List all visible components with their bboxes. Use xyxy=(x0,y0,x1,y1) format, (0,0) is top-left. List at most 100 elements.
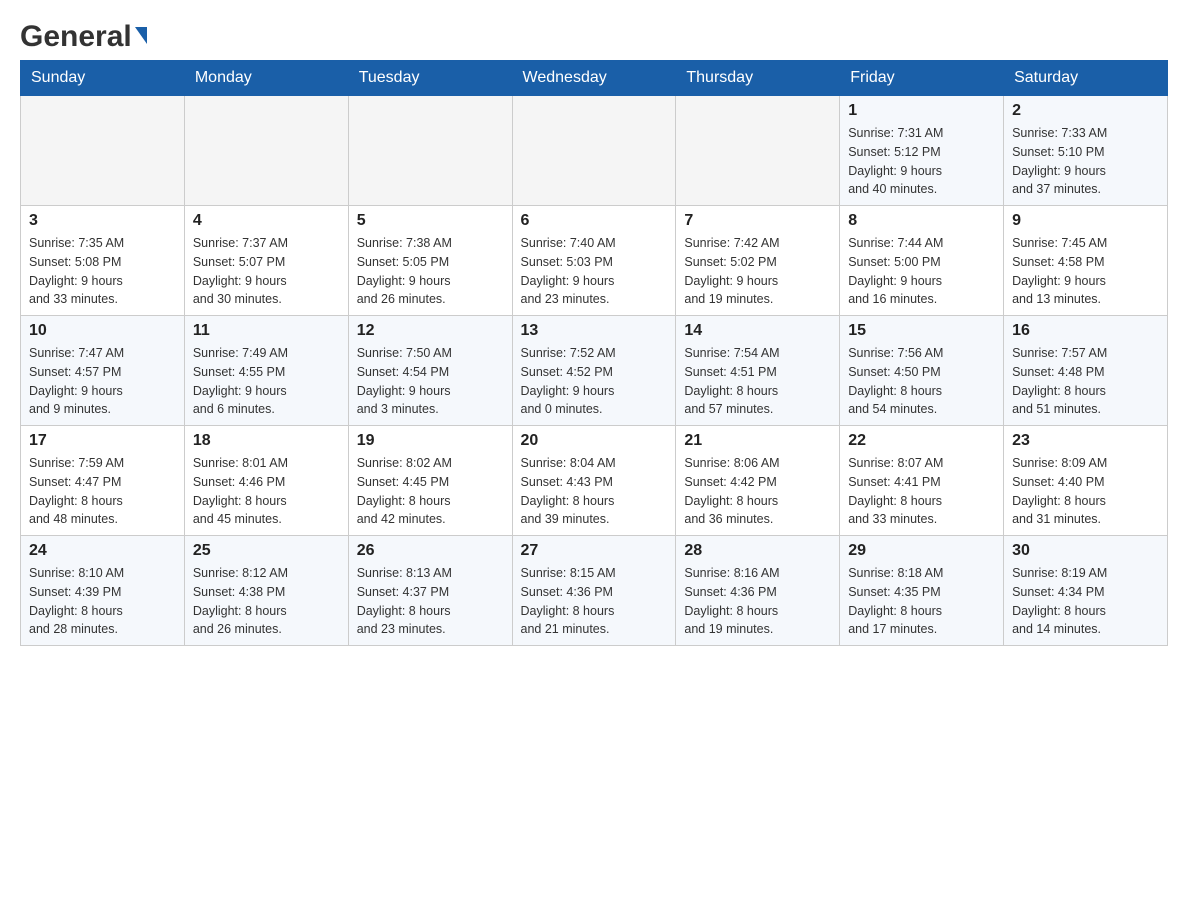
calendar-row: 1 Sunrise: 7:31 AM Sunset: 5:12 PM Daylig… xyxy=(21,96,1168,206)
day-number: 19 xyxy=(357,432,504,450)
calendar-row: 24 Sunrise: 8:10 AM Sunset: 4:39 PM Dayli… xyxy=(21,536,1168,646)
day-info: Sunrise: 7:40 AM Sunset: 5:03 PM Dayligh… xyxy=(521,234,668,309)
day-info: Sunrise: 8:19 AM Sunset: 4:34 PM Dayligh… xyxy=(1012,564,1159,639)
day-info: Sunrise: 7:35 AM Sunset: 5:08 PM Dayligh… xyxy=(29,234,176,309)
day-info: Sunrise: 8:02 AM Sunset: 4:45 PM Dayligh… xyxy=(357,454,504,529)
day-number: 21 xyxy=(684,432,831,450)
day-number: 10 xyxy=(29,322,176,340)
day-info: Sunrise: 7:45 AM Sunset: 4:58 PM Dayligh… xyxy=(1012,234,1159,309)
weekday-header-wednesday: Wednesday xyxy=(512,61,676,96)
day-number: 23 xyxy=(1012,432,1159,450)
calendar-cell xyxy=(184,96,348,206)
calendar-cell: 26Sunrise: 8:13 AM Sunset: 4:37 PM Dayli… xyxy=(348,536,512,646)
day-info: Sunrise: 8:10 AM Sunset: 4:39 PM Dayligh… xyxy=(29,564,176,639)
day-number: 9 xyxy=(1012,212,1159,230)
day-number: 29 xyxy=(848,542,995,560)
day-info: Sunrise: 7:33 AM Sunset: 5:10 PM Dayligh… xyxy=(1012,124,1159,199)
calendar-cell: 4 Sunrise: 7:37 AM Sunset: 5:07 PM Daylig… xyxy=(184,206,348,316)
day-info: Sunrise: 7:52 AM Sunset: 4:52 PM Dayligh… xyxy=(521,344,668,419)
weekday-header-saturday: Saturday xyxy=(1004,61,1168,96)
calendar-cell: 5 Sunrise: 7:38 AM Sunset: 5:05 PM Daylig… xyxy=(348,206,512,316)
day-info: Sunrise: 8:13 AM Sunset: 4:37 PM Dayligh… xyxy=(357,564,504,639)
day-number: 18 xyxy=(193,432,340,450)
day-info: Sunrise: 7:31 AM Sunset: 5:12 PM Dayligh… xyxy=(848,124,995,199)
calendar-cell: 15 Sunrise: 7:56 AM Sunset: 4:50 PM Dayli… xyxy=(840,316,1004,426)
day-info: Sunrise: 7:38 AM Sunset: 5:05 PM Dayligh… xyxy=(357,234,504,309)
day-number: 5 xyxy=(357,212,504,230)
calendar-cell: 13 Sunrise: 7:52 AM Sunset: 4:52 PM Dayli… xyxy=(512,316,676,426)
day-info: Sunrise: 8:06 AM Sunset: 4:42 PM Dayligh… xyxy=(684,454,831,529)
calendar-cell: 12 Sunrise: 7:50 AM Sunset: 4:54 PM Dayli… xyxy=(348,316,512,426)
day-info: Sunrise: 8:18 AM Sunset: 4:35 PM Dayligh… xyxy=(848,564,995,639)
calendar-row: 10 Sunrise: 7:47 AM Sunset: 4:57 PM Dayli… xyxy=(21,316,1168,426)
calendar-cell: 29 Sunrise: 8:18 AM Sunset: 4:35 PM Dayli… xyxy=(840,536,1004,646)
day-info: Sunrise: 7:44 AM Sunset: 5:00 PM Dayligh… xyxy=(848,234,995,309)
day-info: Sunrise: 8:07 AM Sunset: 4:41 PM Dayligh… xyxy=(848,454,995,529)
day-number: 15 xyxy=(848,322,995,340)
calendar-cell: 8 Sunrise: 7:44 AM Sunset: 5:00 PM Daylig… xyxy=(840,206,1004,316)
weekday-header-monday: Monday xyxy=(184,61,348,96)
calendar-row: 17 Sunrise: 7:59 AM Sunset: 4:47 PM Dayli… xyxy=(21,426,1168,536)
logo: General xyxy=(20,20,147,50)
day-info: Sunrise: 7:42 AM Sunset: 5:02 PM Dayligh… xyxy=(684,234,831,309)
day-info: Sunrise: 7:37 AM Sunset: 5:07 PM Dayligh… xyxy=(193,234,340,309)
calendar-cell: 17 Sunrise: 7:59 AM Sunset: 4:47 PM Dayli… xyxy=(21,426,185,536)
calendar-cell: 23 Sunrise: 8:09 AM Sunset: 4:40 PM Dayli… xyxy=(1004,426,1168,536)
day-number: 1 xyxy=(848,102,995,120)
day-number: 20 xyxy=(521,432,668,450)
day-info: Sunrise: 7:50 AM Sunset: 4:54 PM Dayligh… xyxy=(357,344,504,419)
weekday-header-tuesday: Tuesday xyxy=(348,61,512,96)
calendar-cell xyxy=(348,96,512,206)
day-info: Sunrise: 8:12 AM Sunset: 4:38 PM Dayligh… xyxy=(193,564,340,639)
calendar-cell: 24 Sunrise: 8:10 AM Sunset: 4:39 PM Dayli… xyxy=(21,536,185,646)
day-info: Sunrise: 7:56 AM Sunset: 4:50 PM Dayligh… xyxy=(848,344,995,419)
day-number: 11 xyxy=(193,322,340,340)
calendar-cell: 18Sunrise: 8:01 AM Sunset: 4:46 PM Dayli… xyxy=(184,426,348,536)
day-number: 12 xyxy=(357,322,504,340)
calendar-cell: 19 Sunrise: 8:02 AM Sunset: 4:45 PM Dayli… xyxy=(348,426,512,536)
day-number: 2 xyxy=(1012,102,1159,120)
calendar-cell: 9 Sunrise: 7:45 AM Sunset: 4:58 PM Daylig… xyxy=(1004,206,1168,316)
calendar-cell: 25 Sunrise: 8:12 AM Sunset: 4:38 PM Dayli… xyxy=(184,536,348,646)
day-info: Sunrise: 7:59 AM Sunset: 4:47 PM Dayligh… xyxy=(29,454,176,529)
calendar-cell: 10 Sunrise: 7:47 AM Sunset: 4:57 PM Dayli… xyxy=(21,316,185,426)
calendar-cell xyxy=(21,96,185,206)
day-number: 14 xyxy=(684,322,831,340)
calendar-cell: 1 Sunrise: 7:31 AM Sunset: 5:12 PM Daylig… xyxy=(840,96,1004,206)
calendar-cell xyxy=(676,96,840,206)
calendar-cell: 14 Sunrise: 7:54 AM Sunset: 4:51 PM Dayli… xyxy=(676,316,840,426)
day-info: Sunrise: 8:04 AM Sunset: 4:43 PM Dayligh… xyxy=(521,454,668,529)
calendar-cell xyxy=(512,96,676,206)
day-number: 30 xyxy=(1012,542,1159,560)
calendar-cell: 2 Sunrise: 7:33 AM Sunset: 5:10 PM Daylig… xyxy=(1004,96,1168,206)
day-number: 25 xyxy=(193,542,340,560)
calendar-row: 3 Sunrise: 7:35 AM Sunset: 5:08 PM Daylig… xyxy=(21,206,1168,316)
day-number: 16 xyxy=(1012,322,1159,340)
day-number: 3 xyxy=(29,212,176,230)
day-info: Sunrise: 7:49 AM Sunset: 4:55 PM Dayligh… xyxy=(193,344,340,419)
day-number: 13 xyxy=(521,322,668,340)
day-number: 7 xyxy=(684,212,831,230)
day-number: 28 xyxy=(684,542,831,560)
calendar-table: SundayMondayTuesdayWednesdayThursdayFrid… xyxy=(20,60,1168,646)
calendar-cell: 7 Sunrise: 7:42 AM Sunset: 5:02 PM Daylig… xyxy=(676,206,840,316)
day-info: Sunrise: 7:54 AM Sunset: 4:51 PM Dayligh… xyxy=(684,344,831,419)
calendar-cell: 22Sunrise: 8:07 AM Sunset: 4:41 PM Dayli… xyxy=(840,426,1004,536)
calendar-cell: 20 Sunrise: 8:04 AM Sunset: 4:43 PM Dayli… xyxy=(512,426,676,536)
day-number: 24 xyxy=(29,542,176,560)
weekday-header-friday: Friday xyxy=(840,61,1004,96)
day-number: 27 xyxy=(521,542,668,560)
calendar-header-row: SundayMondayTuesdayWednesdayThursdayFrid… xyxy=(21,61,1168,96)
day-info: Sunrise: 7:57 AM Sunset: 4:48 PM Dayligh… xyxy=(1012,344,1159,419)
day-number: 4 xyxy=(193,212,340,230)
calendar-cell: 21 Sunrise: 8:06 AM Sunset: 4:42 PM Dayli… xyxy=(676,426,840,536)
calendar-cell: 16 Sunrise: 7:57 AM Sunset: 4:48 PM Dayli… xyxy=(1004,316,1168,426)
day-info: Sunrise: 8:16 AM Sunset: 4:36 PM Dayligh… xyxy=(684,564,831,639)
day-number: 6 xyxy=(521,212,668,230)
calendar-cell: 28 Sunrise: 8:16 AM Sunset: 4:36 PM Dayli… xyxy=(676,536,840,646)
day-number: 17 xyxy=(29,432,176,450)
day-info: Sunrise: 8:09 AM Sunset: 4:40 PM Dayligh… xyxy=(1012,454,1159,529)
day-info: Sunrise: 7:47 AM Sunset: 4:57 PM Dayligh… xyxy=(29,344,176,419)
day-number: 8 xyxy=(848,212,995,230)
weekday-header-thursday: Thursday xyxy=(676,61,840,96)
